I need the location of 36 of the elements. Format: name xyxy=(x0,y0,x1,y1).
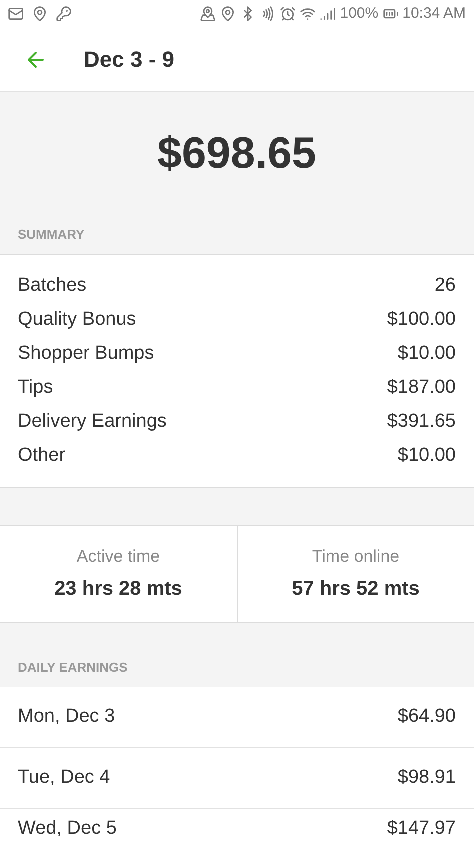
page-title: Dec 3 - 9 xyxy=(84,46,174,74)
alarm-icon xyxy=(280,6,296,22)
summary-label: Other xyxy=(18,444,66,468)
summary-label: Delivery Earnings xyxy=(18,410,167,434)
location-icon xyxy=(32,6,48,22)
total-earnings: $698.65 xyxy=(157,128,317,180)
day-amount: $98.91 xyxy=(398,766,456,790)
map-pin-icon xyxy=(200,6,216,22)
section-label: SUMMARY xyxy=(18,226,85,244)
clock: 10:34 AM xyxy=(402,4,466,24)
day-label: Tue, Dec 4 xyxy=(18,766,110,790)
summary-value: $10.00 xyxy=(398,342,456,366)
day-amount: $64.90 xyxy=(398,704,456,729)
summary-value: $100.00 xyxy=(387,308,456,332)
day-label: Mon, Dec 3 xyxy=(18,704,116,729)
time-label: Active time xyxy=(76,546,160,568)
day-label: Wed, Dec 5 xyxy=(18,817,117,841)
summary-label: Tips xyxy=(18,376,54,400)
mail-icon xyxy=(8,6,24,22)
time-value: 23 hrs 28 mts xyxy=(54,576,182,602)
location-icon xyxy=(220,6,236,22)
key-icon xyxy=(56,6,72,22)
summary-value: $10.00 xyxy=(398,444,456,468)
summary-value: 26 xyxy=(434,274,456,298)
summary-label: Shopper Bumps xyxy=(18,342,154,366)
summary-value: $391.65 xyxy=(387,410,456,434)
signal-icon xyxy=(320,6,336,22)
summary-label: Batches xyxy=(18,274,87,298)
section-label: DAILY EARNINGS xyxy=(18,658,128,676)
summary-label: Quality Bonus xyxy=(18,308,136,332)
day-amount: $147.97 xyxy=(387,817,456,841)
time-value: 57 hrs 52 mts xyxy=(292,576,420,602)
battery-percent: 100% xyxy=(340,4,379,24)
summary-value: $187.00 xyxy=(387,376,456,400)
wifi-icon xyxy=(300,6,316,22)
time-label: Time online xyxy=(312,546,400,568)
